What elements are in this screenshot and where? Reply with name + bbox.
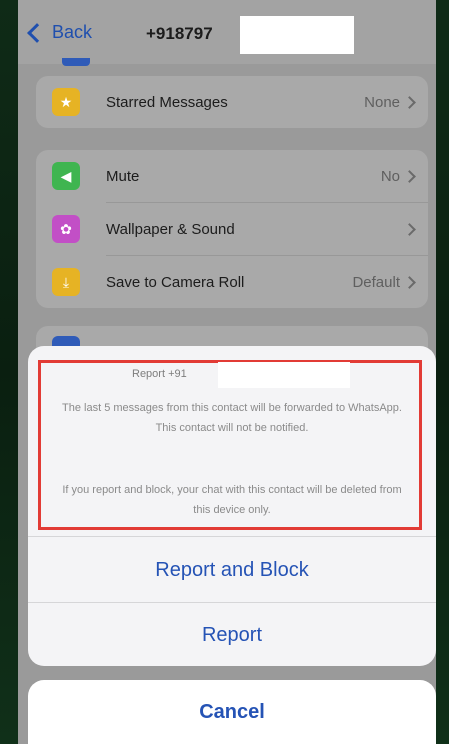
sheet-message: The last 5 messages from this contact wi… [62, 402, 402, 434]
redaction-box [218, 362, 350, 388]
nav-header: Back +918797 [18, 0, 436, 66]
row-value: None [364, 93, 400, 111]
download-icon: ⤓ [52, 268, 80, 296]
star-icon: ★ [52, 88, 80, 116]
phone-screen: Back +918797 ★ Starred Messages None ◀ M… [18, 0, 436, 744]
background-right [435, 0, 449, 744]
report-and-block-button[interactable]: Report and Block [28, 538, 436, 602]
media-icon [62, 58, 90, 66]
chevron-right-icon [403, 169, 416, 183]
chevron-right-icon [403, 275, 416, 289]
row-save-camera-roll[interactable]: ⤓ Save to Camera Roll Default [36, 256, 428, 308]
settings-group-starred: ★ Starred Messages None [36, 76, 428, 128]
back-button[interactable]: Back [26, 22, 92, 43]
contact-number: +918797 [146, 24, 213, 43]
redaction-box [240, 16, 354, 54]
chevron-left-icon [27, 22, 47, 43]
row-label: Mute [106, 167, 140, 185]
back-label: Back [52, 22, 93, 42]
report-button[interactable]: Report [28, 603, 436, 666]
background-left [0, 0, 20, 744]
cancel-button[interactable]: Cancel [28, 680, 436, 744]
row-label: Save to Camera Roll [106, 273, 245, 291]
chevron-right-icon [403, 222, 416, 236]
sheet-title: Report +91 [132, 368, 187, 380]
sheet-message-block: If you report and block, your chat with … [62, 484, 402, 516]
row-wallpaper-sound[interactable]: ✿ Wallpaper & Sound [36, 203, 428, 255]
flower-icon: ✿ [52, 215, 80, 243]
row-starred-messages[interactable]: ★ Starred Messages None [36, 76, 428, 128]
row-label: Starred Messages [106, 93, 228, 111]
chevron-right-icon [403, 95, 416, 109]
action-sheet: Report +91 The last 5 messages from this… [28, 346, 436, 666]
row-value: No [380, 167, 400, 185]
divider [28, 536, 436, 537]
speaker-icon: ◀ [52, 162, 80, 190]
row-mute[interactable]: ◀ Mute No [36, 150, 428, 202]
settings-group-media: ◀ Mute No ✿ Wallpaper & Sound ⤓ Save to … [36, 150, 428, 308]
row-value: Default [352, 273, 400, 291]
row-label: Wallpaper & Sound [106, 220, 235, 238]
